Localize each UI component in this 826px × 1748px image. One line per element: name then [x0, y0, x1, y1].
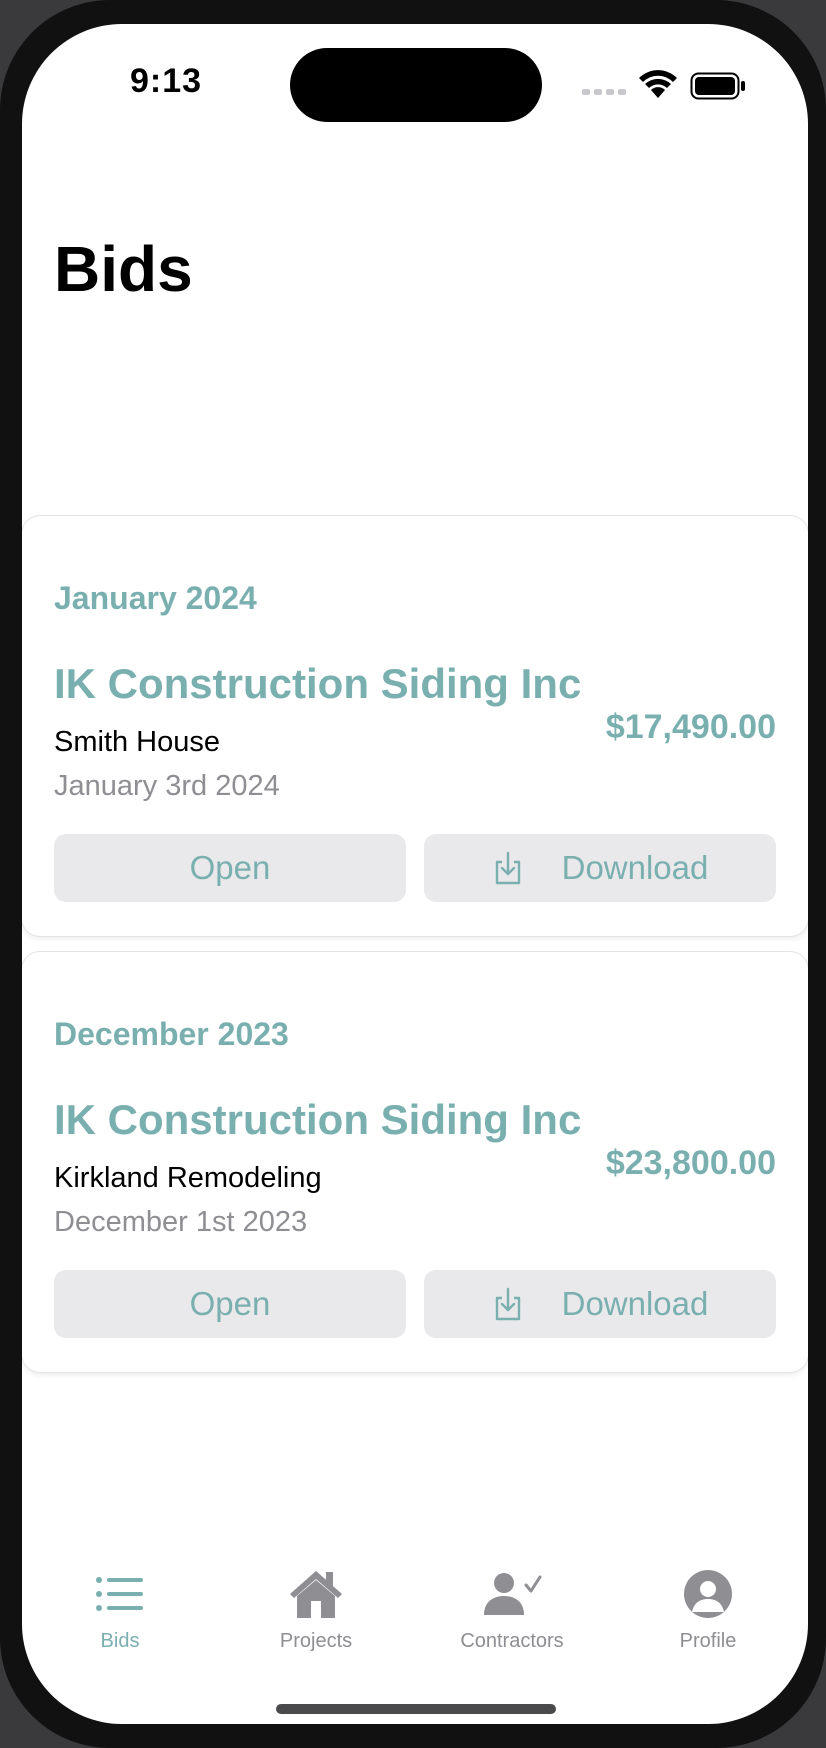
bid-project-name: Kirkland Remodeling [54, 1162, 322, 1194]
tab-projects[interactable]: Projects [218, 1564, 414, 1653]
bid-amount: $23,800.00 [605, 1144, 776, 1182]
dynamic-island [290, 48, 542, 122]
person-check-icon [484, 1573, 542, 1615]
download-button-label: Download [561, 1285, 709, 1322]
tab-contractors[interactable]: Contractors [414, 1564, 610, 1653]
open-button[interactable]: Open [54, 1270, 406, 1338]
list-icon [96, 1577, 143, 1611]
bid-month-header: December 2023 [54, 1016, 289, 1052]
tab-label: Projects [279, 1630, 353, 1652]
tab-bids[interactable]: Bids [22, 1564, 218, 1653]
download-button[interactable]: Download [424, 834, 776, 902]
page-title: Bids [54, 233, 193, 305]
bid-amount: $17,490.00 [605, 708, 776, 746]
bid-month-header: January 2024 [54, 580, 257, 616]
status-bar: 9:13 [22, 24, 808, 144]
open-button[interactable]: Open [54, 834, 406, 902]
bid-project-name: Smith House [54, 726, 221, 758]
bid-card: December 2023 IK Construction Siding Inc… [22, 952, 808, 1372]
wifi-icon [639, 70, 677, 98]
tab-label: Contractors [460, 1630, 564, 1652]
phone-frame: 9:13 Bids January 2024 IK Construction S… [0, 0, 826, 1748]
screen: 9:13 Bids January 2024 IK Construction S… [22, 24, 808, 1724]
download-button-label: Download [561, 849, 709, 886]
person-circle-icon [684, 1570, 732, 1618]
bid-date: December 1st 2023 [54, 1206, 308, 1238]
tab-bar: Bids Projects Contractors Profile [22, 1564, 808, 1674]
download-button[interactable]: Download [424, 1270, 776, 1338]
tab-label: Bids [100, 1630, 140, 1652]
tab-label: Profile [679, 1630, 737, 1652]
tab-profile[interactable]: Profile [610, 1564, 806, 1653]
status-time: 9:13 [130, 62, 203, 100]
cellular-signal-icon [582, 89, 626, 95]
open-button-label: Open [189, 849, 271, 886]
battery-icon [690, 72, 745, 100]
bid-card: January 2024 IK Construction Siding Inc … [22, 516, 808, 936]
house-icon [290, 1571, 342, 1618]
home-indicator[interactable] [276, 1704, 556, 1714]
bid-company-name: IK Construction Siding Inc [54, 660, 582, 707]
bid-date: January 3rd 2024 [54, 770, 280, 802]
download-icon [492, 1286, 524, 1322]
open-button-label: Open [189, 1285, 271, 1322]
bid-company-name: IK Construction Siding Inc [54, 1096, 582, 1143]
download-icon [492, 850, 524, 886]
